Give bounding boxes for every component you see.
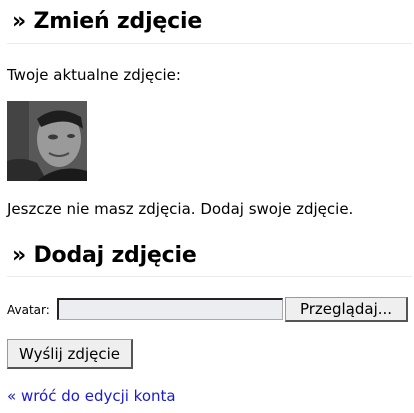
back-to-account-edit-link[interactable]: « wróć do edycji konta [7,387,176,405]
change-photo-heading: » Zmień zdjęcie [12,9,203,34]
no-photo-message: Jeszcze nie masz zdjęcia. Dodaj swoje zd… [7,200,354,218]
avatar-portrait [7,101,87,181]
avatar-label: Avatar: [7,303,50,317]
current-photo-label: Twoje aktualne zdjęcie: [7,66,181,84]
current-avatar-photo [7,101,87,181]
add-photo-heading: » Dodaj zdjęcie [12,243,197,268]
avatar-file-field[interactable] [57,298,283,320]
divider [7,43,412,44]
browse-button[interactable]: Przeglądaj... [285,297,408,322]
divider [7,276,412,277]
upload-photo-button[interactable]: Wyślij zdjęcie [7,339,133,369]
